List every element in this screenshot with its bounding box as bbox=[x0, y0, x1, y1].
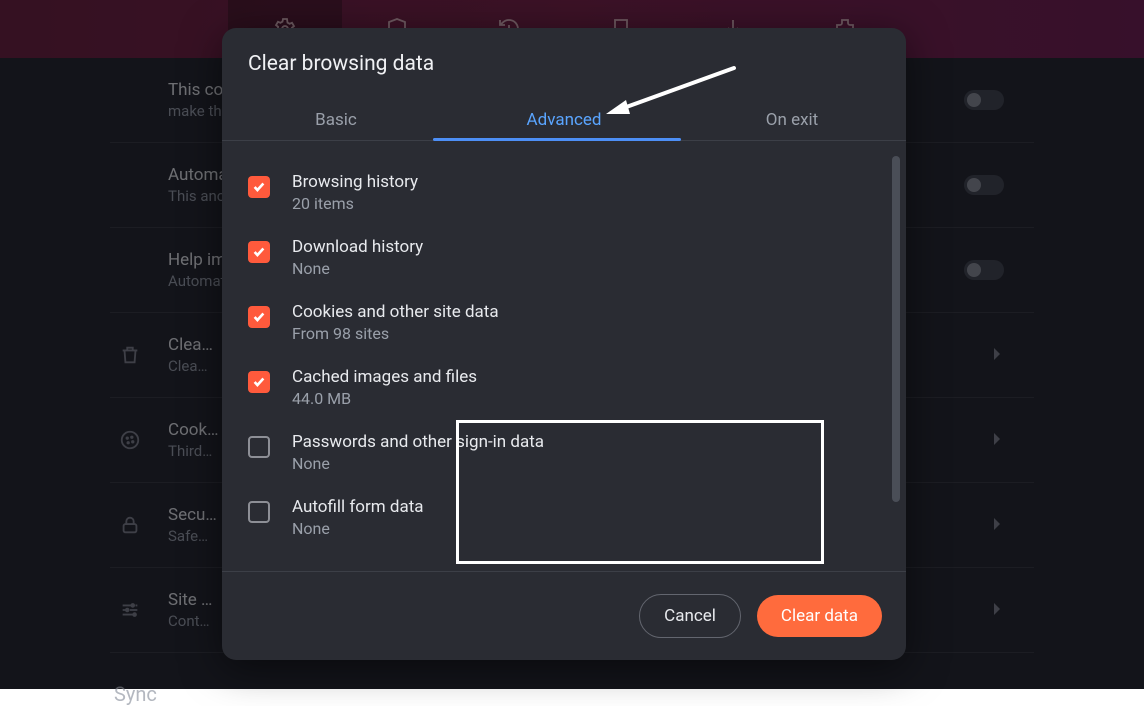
dialog-scrollbar[interactable] bbox=[892, 156, 900, 502]
tab-basic[interactable]: Basic bbox=[222, 100, 450, 140]
clear-item-browsing: Browsing history 20 items bbox=[248, 164, 880, 229]
checkbox-cookies[interactable] bbox=[248, 306, 270, 328]
dialog-body: Browsing history 20 items Download history… bbox=[222, 146, 906, 562]
item-label: Browsing history bbox=[292, 172, 418, 192]
clear-item-download: Download history None bbox=[248, 229, 880, 294]
checkbox-download[interactable] bbox=[248, 241, 270, 263]
checkbox-passwords[interactable] bbox=[248, 436, 270, 458]
item-label: Cookies and other site data bbox=[292, 302, 499, 322]
cancel-button[interactable]: Cancel bbox=[639, 594, 741, 638]
clear-item-autofill: Autofill form data None bbox=[248, 489, 880, 554]
clear-item-passwords: Passwords and other sign-in data None bbox=[248, 424, 880, 489]
clear-item-cache: Cached images and files 44.0 MB bbox=[248, 359, 880, 424]
item-label: Autofill form data bbox=[292, 497, 424, 517]
dialog-footer: Cancel Clear data bbox=[222, 571, 906, 660]
clear-data-button[interactable]: Clear data bbox=[757, 595, 882, 637]
tab-advanced[interactable]: Advanced bbox=[450, 100, 678, 140]
item-label: Passwords and other sign-in data bbox=[292, 432, 544, 452]
item-detail: 44.0 MB bbox=[292, 389, 477, 408]
item-detail: None bbox=[292, 454, 544, 473]
item-detail: From 98 sites bbox=[292, 324, 499, 343]
dialog-tabs: Basic Advanced On exit bbox=[222, 100, 906, 141]
checkbox-cache[interactable] bbox=[248, 371, 270, 393]
checkbox-browsing[interactable] bbox=[248, 176, 270, 198]
tab-underline bbox=[433, 138, 681, 141]
dialog-title: Clear browsing data bbox=[248, 52, 434, 76]
tab-on-exit[interactable]: On exit bbox=[678, 100, 906, 140]
item-detail: 20 items bbox=[292, 194, 418, 213]
checkbox-autofill[interactable] bbox=[248, 501, 270, 523]
clear-item-cookies: Cookies and other site data From 98 sites bbox=[248, 294, 880, 359]
item-label: Download history bbox=[292, 237, 423, 257]
item-detail: None bbox=[292, 519, 424, 538]
item-label: Cached images and files bbox=[292, 367, 477, 387]
item-detail: None bbox=[292, 259, 423, 278]
clear-browsing-data-dialog: Clear browsing data Basic Advanced On ex… bbox=[222, 28, 906, 660]
